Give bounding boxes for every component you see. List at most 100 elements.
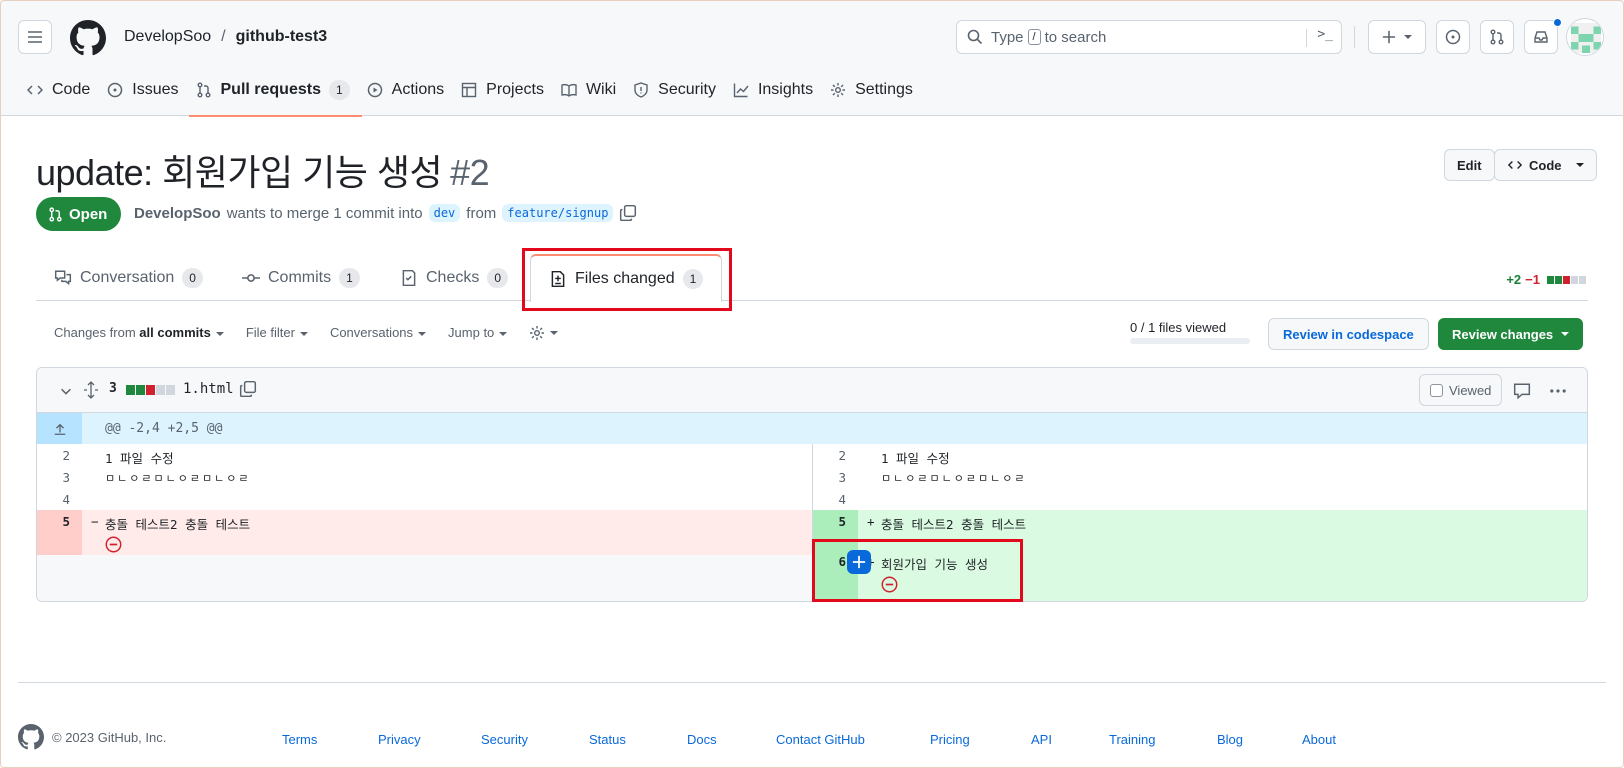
expand-up-icon[interactable] xyxy=(37,413,82,444)
pull-request-icon xyxy=(1490,29,1504,45)
plus-icon xyxy=(1382,30,1396,44)
checkbox[interactable] xyxy=(1430,383,1443,397)
footer-divider xyxy=(18,682,1606,683)
line-number[interactable]: 5 xyxy=(813,510,858,532)
copy-icon[interactable] xyxy=(619,204,637,222)
file-diff-icon xyxy=(551,270,565,288)
code-dropdown-button[interactable]: Code xyxy=(1494,149,1597,181)
repo-owner-link[interactable]: DevelopSoo xyxy=(124,28,211,46)
diff-settings-dropdown[interactable] xyxy=(529,325,559,341)
add-comment-button[interactable] xyxy=(847,550,871,574)
search-shortcut-key: / xyxy=(1027,29,1041,45)
edit-button[interactable]: Edit xyxy=(1444,149,1495,181)
line-number[interactable]: 2 xyxy=(37,448,82,463)
diff-row: 3 ㅁㄴㅇㄹㅁㄴㅇㄹㅁㄴㅇㄹ xyxy=(37,466,812,488)
line-number[interactable]: 4 xyxy=(813,492,858,507)
line-number[interactable]: 3 xyxy=(813,470,858,485)
viewed-checkbox[interactable]: Viewed xyxy=(1419,374,1503,406)
conversations-dropdown[interactable]: Conversations xyxy=(330,325,427,341)
nav-label: Settings xyxy=(855,81,913,98)
footer-link-status[interactable]: Status xyxy=(589,732,626,747)
nav-issues[interactable]: Issues xyxy=(106,77,194,103)
file-filter-dropdown[interactable]: File filter xyxy=(246,325,308,341)
commit-icon xyxy=(242,273,260,282)
comment-icon[interactable] xyxy=(1513,382,1531,400)
footer-link-pricing[interactable]: Pricing xyxy=(930,732,970,747)
nav-insights[interactable]: Insights xyxy=(732,77,829,103)
line-number[interactable]: 4 xyxy=(37,492,82,507)
tab-label: Commits xyxy=(268,268,332,286)
pr-meta: DevelopSoo wants to merge 1 commit into … xyxy=(134,204,637,222)
diff-row: 2 1 파일 수정 xyxy=(813,444,1587,466)
line-number[interactable]: 5 xyxy=(37,510,82,555)
chevron-down-icon[interactable] xyxy=(59,384,73,398)
search-placeholder-prefix: Type xyxy=(991,28,1024,46)
nav-settings[interactable]: Settings xyxy=(829,77,929,103)
base-branch[interactable]: dev xyxy=(428,204,461,222)
checklist-icon xyxy=(402,269,416,286)
edit-label: Edit xyxy=(1457,157,1482,173)
file-name[interactable]: 1.html xyxy=(183,381,234,397)
search-input[interactable]: Type / to search >_ xyxy=(956,20,1342,54)
footer-link-about[interactable]: About xyxy=(1302,732,1336,747)
footer-link-api[interactable]: API xyxy=(1031,732,1052,747)
footer-link-docs[interactable]: Docs xyxy=(687,732,717,747)
chevron-down-icon xyxy=(215,331,224,336)
hamburger-icon xyxy=(28,31,42,43)
code-line: 1 파일 수정 xyxy=(881,451,950,466)
copy-icon[interactable] xyxy=(239,380,257,398)
files-viewed-progress xyxy=(1130,338,1250,344)
nav-pull-requests[interactable]: Pull requests 1 xyxy=(188,77,366,117)
review-in-codespace-button[interactable]: Review in codespace xyxy=(1268,318,1429,350)
github-logo-icon[interactable] xyxy=(70,20,106,56)
diff-row: 2 1 파일 수정 xyxy=(37,444,812,466)
file-diffstat-bar xyxy=(125,385,175,395)
chevron-down-icon xyxy=(550,331,559,335)
no-entry-icon xyxy=(105,536,122,553)
pull-request-icon xyxy=(195,81,213,99)
nav-wiki[interactable]: Wiki xyxy=(560,77,632,103)
breadcrumb: DevelopSoo / github-test3 xyxy=(124,28,327,46)
avatar[interactable] xyxy=(1566,18,1604,56)
diff-row-empty xyxy=(37,555,812,601)
pull-requests-button[interactable] xyxy=(1480,20,1514,54)
header-divider xyxy=(1354,26,1355,48)
inbox-icon xyxy=(1534,31,1548,43)
head-branch[interactable]: feature/signup xyxy=(502,204,614,222)
author-link[interactable]: DevelopSoo xyxy=(134,205,221,222)
line-number[interactable]: 2 xyxy=(813,448,858,463)
breadcrumb-separator: / xyxy=(221,28,226,45)
issues-button[interactable] xyxy=(1436,20,1470,54)
github-logo-icon[interactable] xyxy=(18,724,44,750)
footer-link-blog[interactable]: Blog xyxy=(1217,732,1243,747)
changes-from-dropdown[interactable]: Changes from all commits xyxy=(54,325,224,341)
tab-commits[interactable]: Commits 1 xyxy=(242,254,360,301)
hunk-header: @@ -2,4 +2,5 @@ xyxy=(37,413,1587,444)
footer-link-training[interactable]: Training xyxy=(1109,732,1155,747)
review-changes-button[interactable]: Review changes xyxy=(1438,318,1584,350)
tab-files-changed[interactable]: Files changed 1 xyxy=(530,254,723,302)
command-palette-icon[interactable]: >_ xyxy=(1317,27,1333,42)
footer-link-contact[interactable]: Contact GitHub xyxy=(776,732,865,747)
create-new-button[interactable] xyxy=(1368,20,1426,54)
tab-label: Files changed xyxy=(575,270,675,287)
nav-security[interactable]: Security xyxy=(632,77,732,103)
jump-to-dropdown[interactable]: Jump to xyxy=(448,325,508,341)
footer-link-security[interactable]: Security xyxy=(481,732,528,747)
nav-projects[interactable]: Projects xyxy=(460,77,560,103)
nav-actions[interactable]: Actions xyxy=(366,77,460,103)
tab-label: Checks xyxy=(426,268,480,286)
nav-code[interactable]: Code xyxy=(26,77,106,103)
footer-link-privacy[interactable]: Privacy xyxy=(378,732,421,747)
footer-link-terms[interactable]: Terms xyxy=(282,732,317,747)
kebab-horizontal-icon[interactable] xyxy=(1549,382,1567,400)
nav-label: Insights xyxy=(757,81,814,98)
menu-button[interactable] xyxy=(18,20,52,54)
nav-label: Actions xyxy=(391,81,445,98)
tab-checks[interactable]: Checks 0 xyxy=(400,254,509,301)
repo-name-link[interactable]: github-test3 xyxy=(236,28,328,46)
tab-conversation[interactable]: Conversation 0 xyxy=(54,254,203,301)
additions-count: +2 xyxy=(1506,272,1522,287)
line-number[interactable]: 3 xyxy=(37,470,82,485)
unfold-icon[interactable] xyxy=(83,381,99,399)
